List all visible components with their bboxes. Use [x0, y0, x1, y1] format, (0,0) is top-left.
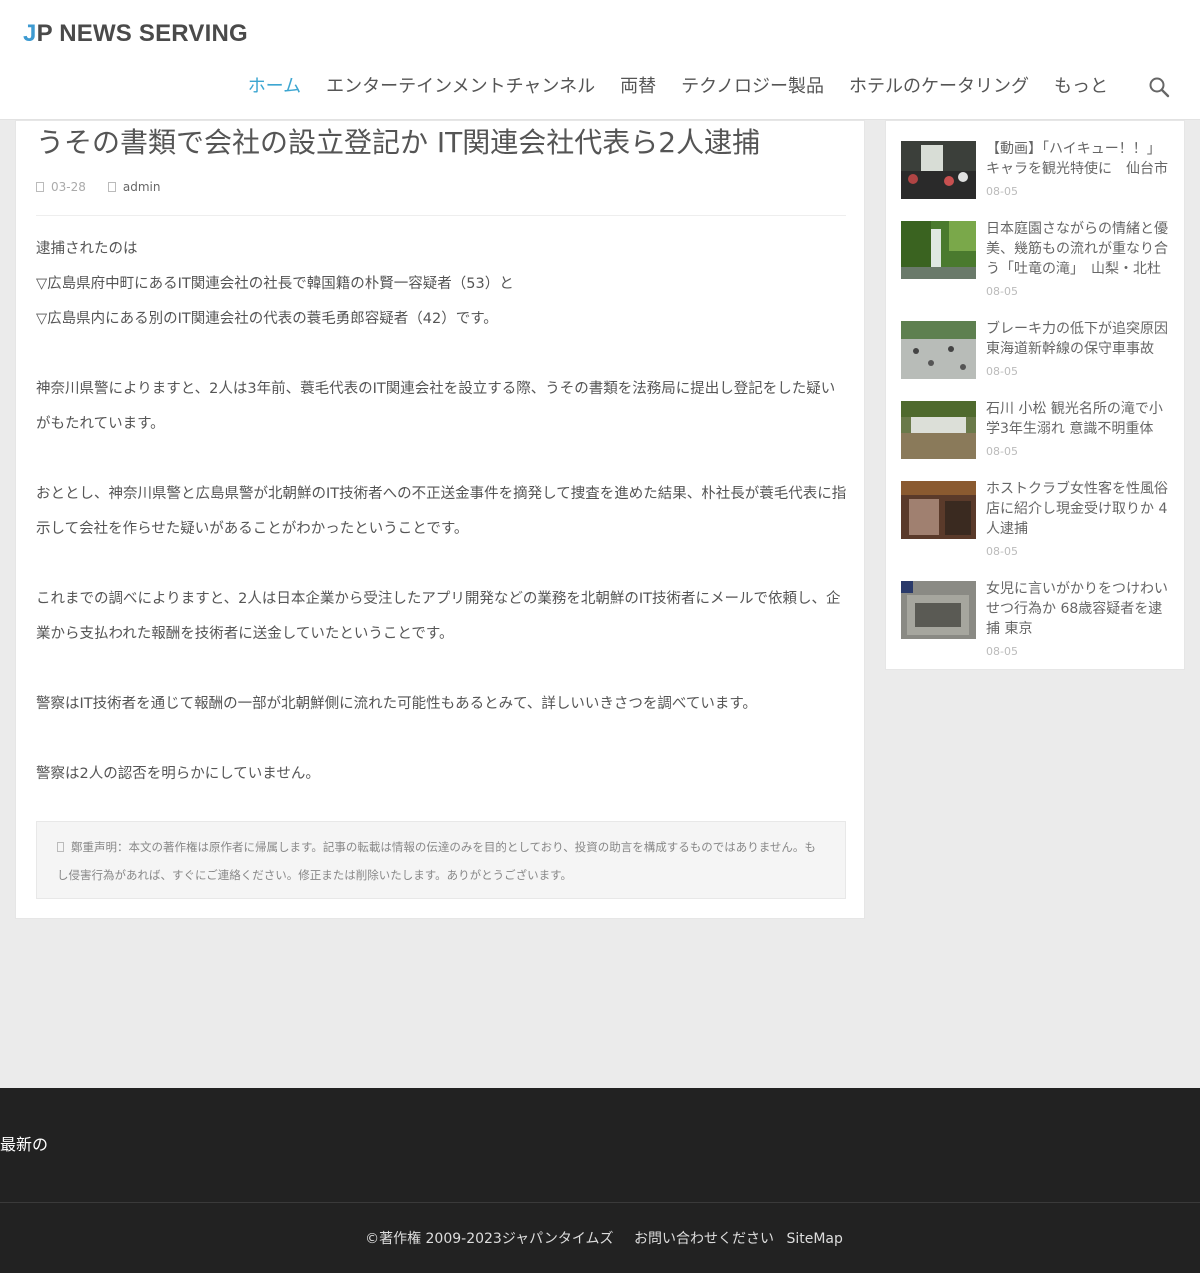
search-icon[interactable]	[1148, 76, 1170, 98]
sidebar-item-date: 08-05	[986, 185, 1018, 198]
disclaimer-text: 鄭重声明：本文の著作権は原作者に帰属します。記事の転載は情報の伝達のみを目的とし…	[57, 840, 816, 882]
article-title: うその書類で会社の設立登記か IT関連会社代表ら2人逮捕	[36, 126, 761, 159]
clock-icon	[36, 182, 44, 192]
article-author[interactable]: admin	[123, 180, 161, 194]
nav-item-more[interactable]: もっと	[1054, 72, 1108, 98]
site-header: JP NEWS SERVING ホーム エンターテインメントチャンネル 両替 テ…	[0, 0, 1200, 120]
user-icon	[107, 182, 116, 192]
paragraph: 警察はIT技術者を通じて報酬の一部が北朝鮮側に流れた可能性もあるとみて、詳しいい…	[36, 696, 757, 712]
paragraph: ▽広島県内にある別のIT関連会社の代表の蓑毛勇郎容疑者（42）です。	[36, 311, 498, 327]
main-nav: ホーム エンターテインメントチャンネル 両替 テクノロジー製品 ホテルのケータリ…	[248, 72, 1108, 98]
sidebar-item-date: 08-05	[986, 445, 1018, 458]
thumbnail-image	[901, 221, 976, 279]
sidebar-item[interactable]: 日本庭園さながらの情緒と優美、幾筋もの流れが重なり合う「吐竜の滝」 山梨・北杜 …	[901, 221, 1171, 301]
thumbnail-image	[901, 141, 976, 199]
footer-bottom-bar: ©著作権 2009-2023ジャパンタイムズ お問い合わせください SiteMa…	[0, 1228, 1200, 1248]
sitemap-link[interactable]: SiteMap	[786, 1231, 842, 1247]
logo-text: P NEWS SERVING	[36, 20, 248, 47]
sidebar-latest: 【動画】「ハイキュー！！」キャラを観光特使に 仙台市 08-05 日本庭園さなが…	[885, 120, 1185, 670]
site-footer: 最新の ©著作権 2009-2023ジャパンタイムズ お問い合わせください Si…	[0, 1088, 1200, 1273]
footer-heading: 最新の	[0, 1135, 49, 1154]
paragraph: おととし、神奈川県警と広島県警が北朝鮮のIT技術者への不正送金事件を摘発して捜査…	[36, 486, 847, 537]
article-body: 逮捕されたのは ▽広島県府中町にあるIT関連会社の社長で韓国籍の朴賢一容疑者（5…	[36, 232, 848, 792]
nav-item-hotel[interactable]: ホテルのケータリング	[849, 72, 1029, 98]
copyright-disclaimer: 鄭重声明：本文の著作権は原作者に帰属します。記事の転載は情報の伝達のみを目的とし…	[36, 821, 846, 899]
sidebar-item[interactable]: ブレーキ力の低下が追突原因 東海道新幹線の保守車事故 08-05	[901, 321, 1171, 381]
nav-item-entertainment[interactable]: エンターテインメントチャンネル	[326, 72, 595, 98]
divider	[36, 215, 846, 216]
paragraph: ▽広島県府中町にあるIT関連会社の社長で韓国籍の朴賢一容疑者（53）と	[36, 276, 514, 292]
thumbnail-image	[901, 321, 976, 379]
paragraph: 逮捕されたのは	[36, 241, 138, 257]
site-logo[interactable]: JP NEWS SERVING	[23, 20, 248, 48]
paragraph: 神奈川県警によりますと、2人は3年前、蓑毛代表のIT関連会社を設立する際、うその…	[36, 381, 836, 432]
nav-item-home[interactable]: ホーム	[248, 72, 301, 98]
thumbnail-image	[901, 481, 976, 539]
sidebar-item[interactable]: 女児に言いがかりをつけわいせつ行為か 68歳容疑者を逮捕 東京 08-05	[901, 581, 1171, 661]
sidebar-item[interactable]: 石川 小松 観光名所の滝で小学3年生溺れ 意識不明重体 08-05	[901, 401, 1171, 461]
thumbnail-image	[901, 401, 976, 459]
paragraph: 警察は2人の認否を明らかにしていません。	[36, 766, 320, 782]
nav-item-technology[interactable]: テクノロジー製品	[681, 72, 824, 98]
sidebar-item[interactable]: ホストクラブ女性客を性風俗店に紹介し現金受け取りか 4人逮捕 08-05	[901, 481, 1171, 561]
sidebar-item-date: 08-05	[986, 365, 1018, 378]
info-icon	[57, 842, 64, 852]
contact-link[interactable]: お問い合わせください	[626, 1231, 782, 1247]
sidebar-item-date: 08-05	[986, 645, 1018, 658]
paragraph: これまでの調べによりますと、2人は日本企業から受注したアプリ開発などの業務を北朝…	[36, 591, 841, 642]
sidebar-item-title[interactable]: 日本庭園さながらの情緒と優美、幾筋もの流れが重なり合う「吐竜の滝」 山梨・北杜	[986, 219, 1171, 279]
sidebar-item[interactable]: 【動画】「ハイキュー！！」キャラを観光特使に 仙台市 08-05	[901, 141, 1171, 201]
logo-first-letter: J	[23, 20, 37, 47]
nav-item-exchange[interactable]: 両替	[620, 72, 656, 98]
copyright-text: ©著作権 2009-2023ジャパンタイムズ	[365, 1231, 614, 1247]
thumbnail-image	[901, 581, 976, 639]
sidebar-item-title[interactable]: 石川 小松 観光名所の滝で小学3年生溺れ 意識不明重体	[986, 399, 1171, 439]
sidebar-item-title[interactable]: 【動画】「ハイキュー！！」キャラを観光特使に 仙台市	[986, 139, 1171, 179]
article-meta: 03-28 admin	[36, 180, 160, 194]
article-date: 03-28	[51, 180, 86, 194]
sidebar-item-title[interactable]: ホストクラブ女性客を性風俗店に紹介し現金受け取りか 4人逮捕	[986, 479, 1171, 539]
sidebar-item-date: 08-05	[986, 545, 1018, 558]
sidebar-item-title[interactable]: ブレーキ力の低下が追突原因 東海道新幹線の保守車事故	[986, 319, 1171, 359]
article-card: うその書類で会社の設立登記か IT関連会社代表ら2人逮捕 03-28 admin…	[15, 120, 865, 919]
sidebar-item-title[interactable]: 女児に言いがかりをつけわいせつ行為か 68歳容疑者を逮捕 東京	[986, 579, 1171, 639]
footer-divider	[0, 1202, 1200, 1203]
sidebar-item-date: 08-05	[986, 285, 1018, 298]
